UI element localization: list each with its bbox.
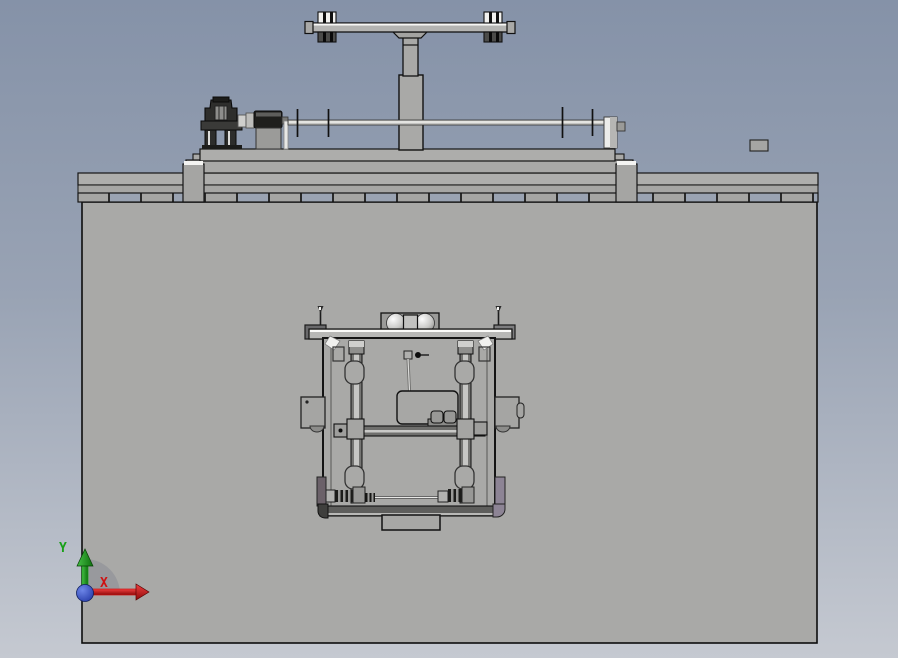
platform-tier-upper (199, 148, 616, 162)
origin-sphere (76, 584, 94, 602)
axis-y-label: Y (59, 541, 67, 556)
clamp-tab-upper-left (344, 360, 365, 385)
clamp-tab-upper-right (454, 360, 475, 385)
side-mount-left (300, 396, 326, 433)
clamp-tab-lower-left (344, 465, 365, 490)
shaft-coupling (237, 112, 255, 129)
axis-x-label: X (100, 576, 108, 591)
t-neck (391, 31, 429, 39)
support-block-far-right (749, 139, 769, 152)
clamp-tab-lower-right (454, 465, 475, 490)
support-block-right (615, 161, 638, 203)
column-lower (398, 74, 424, 151)
fixture-assembly[interactable] (300, 306, 525, 531)
support-block-left (182, 161, 205, 203)
column-upper (402, 35, 419, 77)
platform-tier-lower (185, 159, 634, 174)
knurled-adjuster (365, 493, 375, 502)
fixture-bottom-tab (381, 514, 441, 531)
cad-viewport[interactable]: Y X (0, 0, 898, 658)
cad-scene[interactable]: Y X (0, 0, 898, 658)
